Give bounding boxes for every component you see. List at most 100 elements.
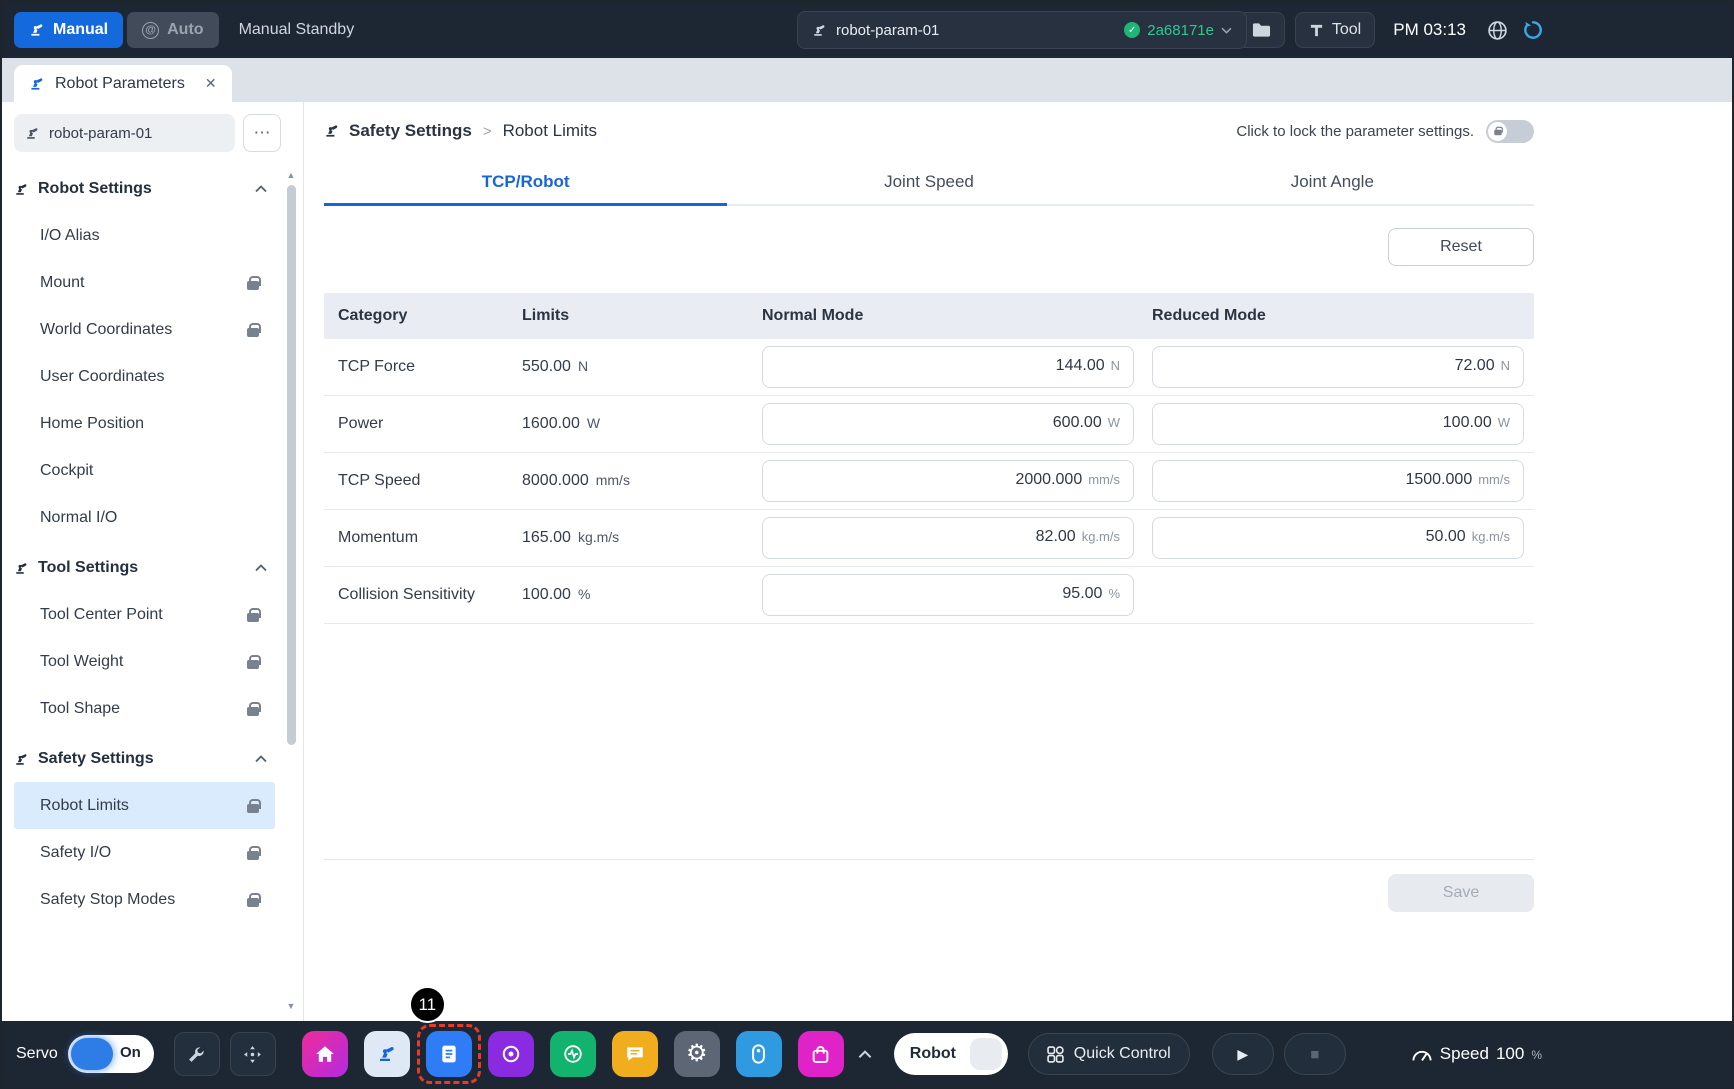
stop-icon: ■ <box>1310 1046 1319 1063</box>
row-category: TCP Speed <box>324 472 514 490</box>
task-editor-app-icon[interactable] <box>426 1031 472 1077</box>
active-program-pill[interactable]: robot-param-01 ✓ 2a68171e <box>797 11 1247 49</box>
jog-target-app-icon[interactable] <box>488 1031 534 1077</box>
monitoring-app-icon[interactable] <box>550 1031 596 1077</box>
version-id: 2a68171e <box>1147 22 1214 39</box>
top-bar: Manual @ Auto Manual Standby robot-param… <box>2 2 1732 58</box>
tool-button[interactable]: Tool <box>1295 12 1375 48</box>
power-normal-input[interactable]: 600.00W <box>762 403 1134 445</box>
parameter-sidebar: robot-param-01 ⋯ Robot Settings I/O Alia… <box>2 102 304 1021</box>
tool-setup-button[interactable] <box>174 1032 220 1076</box>
table-row-tcp-force: TCP Force 550.00N 144.00N 72.00N <box>324 339 1534 396</box>
program-name: robot-param-01 <box>836 22 939 39</box>
program-name-field[interactable]: robot-param-01 <box>14 114 235 152</box>
sidebar-item-cockpit[interactable]: Cockpit <box>14 447 275 494</box>
play-button[interactable]: ▶ <box>1212 1033 1274 1075</box>
sidebar-scrollbar[interactable]: ▲ ▼ <box>284 168 298 1013</box>
lock-hint-text: Click to lock the parameter settings. <box>1236 123 1474 140</box>
scroll-down-icon[interactable]: ▼ <box>287 999 296 1013</box>
breadcrumb-parent[interactable]: Safety Settings <box>349 121 472 141</box>
sidebar-item-user-coordinates[interactable]: User Coordinates <box>14 353 275 400</box>
app-window: Manual @ Auto Manual Standby robot-param… <box>0 0 1734 1089</box>
manual-mode-button[interactable]: Manual <box>14 12 123 48</box>
sidebar-item-io-alias[interactable]: I/O Alias <box>14 212 275 259</box>
lock-icon <box>247 898 259 907</box>
robot-parameters-app-icon[interactable] <box>364 1031 410 1077</box>
sidebar-item-safety-stop-modes[interactable]: Safety Stop Modes <box>14 876 275 923</box>
close-icon[interactable]: ✕ <box>205 75 217 92</box>
tab-tcp-robot[interactable]: TCP/Robot <box>324 160 727 204</box>
sidebar-item-home-position[interactable]: Home Position <box>14 400 275 447</box>
home-app-icon[interactable] <box>302 1031 348 1077</box>
sidebar-item-robot-limits[interactable]: Robot Limits <box>14 782 275 829</box>
scroll-up-icon[interactable]: ▲ <box>287 168 296 182</box>
robot-arm-icon <box>25 126 40 141</box>
section-label: Safety Settings <box>38 750 154 768</box>
robot-selector[interactable]: Robot <box>894 1033 1008 1075</box>
limit-value: 8000.000 <box>522 472 589 490</box>
limits-tab-bar: TCP/Robot Joint Speed Joint Angle <box>324 160 1534 206</box>
annotation-step-badge: 11 <box>409 986 446 1023</box>
lock-icon <box>247 804 259 813</box>
wrench-icon <box>187 1045 206 1064</box>
power-reduced-input[interactable]: 100.00W <box>1152 403 1524 445</box>
sidebar-item-world-coordinates[interactable]: World Coordinates <box>14 306 275 353</box>
log-app-icon[interactable] <box>612 1031 658 1077</box>
sidebar-item-mount[interactable]: Mount <box>14 259 275 306</box>
limit-unit: % <box>578 586 590 602</box>
app-dock: 11 ⚙ <box>302 1031 844 1077</box>
play-icon: ▶ <box>1237 1046 1248 1063</box>
breadcrumb-current: Robot Limits <box>503 121 597 141</box>
save-button[interactable]: Save <box>1388 874 1534 912</box>
stop-button[interactable]: ■ <box>1284 1033 1346 1075</box>
section-tool-settings[interactable]: Tool Settings <box>14 545 275 591</box>
auto-mode-button[interactable]: @ Auto <box>127 12 218 48</box>
sidebar-item-tool-center-point[interactable]: Tool Center Point <box>14 591 275 638</box>
more-options-button[interactable]: ⋯ <box>243 114 281 152</box>
chevron-up-icon <box>255 185 267 193</box>
speed-control[interactable]: Speed 100 % <box>1411 1044 1542 1064</box>
momentum-normal-input[interactable]: 82.00kg.m/s <box>762 517 1134 559</box>
settings-app-icon[interactable]: ⚙ <box>674 1031 720 1077</box>
table-row-momentum: Momentum 165.00kg.m/s 82.00kg.m/s 50.00k… <box>324 510 1534 567</box>
momentum-reduced-input[interactable]: 50.00kg.m/s <box>1152 517 1524 559</box>
section-robot-settings[interactable]: Robot Settings <box>14 166 275 212</box>
tcp-speed-reduced-input[interactable]: 1500.000mm/s <box>1152 460 1524 502</box>
section-safety-settings[interactable]: Safety Settings <box>14 736 275 782</box>
quick-control-button[interactable]: Quick Control <box>1028 1033 1190 1075</box>
network-globe-icon[interactable] <box>1484 17 1510 43</box>
tab-joint-angle[interactable]: Joint Angle <box>1131 160 1534 204</box>
scrollbar-thumb[interactable] <box>287 185 296 745</box>
speedometer-icon <box>1411 1047 1433 1062</box>
tab-robot-parameters[interactable]: Robot Parameters ✕ <box>14 65 232 102</box>
version-selector[interactable]: ✓ 2a68171e <box>1124 22 1232 39</box>
sidebar-item-tool-shape[interactable]: Tool Shape <box>14 685 275 732</box>
window-tab-bar: Robot Parameters ✕ <box>2 58 1732 102</box>
servo-toggle[interactable]: On <box>68 1035 154 1073</box>
lock-icon <box>247 328 259 337</box>
reset-button[interactable]: Reset <box>1388 228 1534 266</box>
parameter-lock-toggle[interactable] <box>1486 120 1534 143</box>
tcp-force-normal-input[interactable]: 144.00N <box>762 346 1134 388</box>
remote-control-app-icon[interactable] <box>736 1031 782 1077</box>
tcp-force-reduced-input[interactable]: 72.00N <box>1152 346 1524 388</box>
limit-value: 550.00 <box>522 358 571 376</box>
sidebar-item-safety-io[interactable]: Safety I/O <box>14 829 275 876</box>
header-reduced-mode: Reduced Mode <box>1144 307 1534 325</box>
tcp-speed-normal-input[interactable]: 2000.000mm/s <box>762 460 1134 502</box>
auto-icon: @ <box>142 22 159 39</box>
tab-joint-speed[interactable]: Joint Speed <box>727 160 1130 204</box>
lock-icon <box>247 851 259 860</box>
sidebar-item-tool-weight[interactable]: Tool Weight <box>14 638 275 685</box>
settings-tree: Robot Settings I/O Alias Mount World Coo… <box>14 166 303 1021</box>
collision-sensitivity-normal-input[interactable]: 95.00% <box>762 574 1134 616</box>
servo-state: On <box>120 1044 141 1061</box>
jog-button[interactable] <box>230 1032 276 1076</box>
sidebar-item-normal-io[interactable]: Normal I/O <box>14 494 275 541</box>
dock-expand-chevron-icon[interactable] <box>858 1050 872 1059</box>
robot-arm-icon <box>29 76 45 92</box>
power-cycle-icon[interactable] <box>1520 17 1546 43</box>
table-header-row: Category Limits Normal Mode Reduced Mode <box>324 293 1534 339</box>
grid-icon <box>1047 1046 1064 1063</box>
store-app-icon[interactable] <box>798 1031 844 1077</box>
